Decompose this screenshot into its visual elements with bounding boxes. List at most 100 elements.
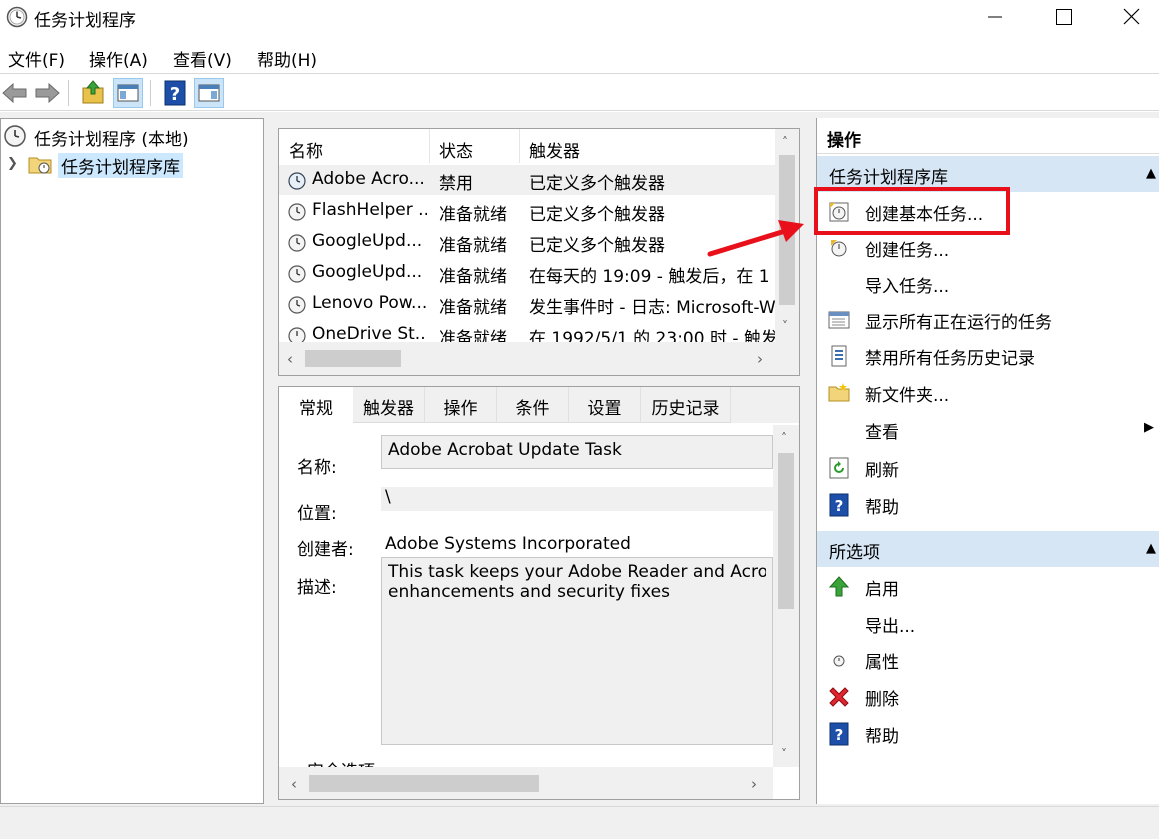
- action-import-task[interactable]: 导入任务...: [817, 266, 1159, 302]
- task-name: GoogleUpd...: [312, 262, 423, 282]
- action-label: 属性: [865, 653, 899, 673]
- close-button[interactable]: [1103, 0, 1159, 34]
- tree-label-library: 任务计划程序库: [58, 153, 183, 178]
- detail-vscroll[interactable]: ˄ ˅: [773, 425, 799, 767]
- action-refresh[interactable]: 刷新: [817, 450, 1159, 486]
- scroll-right-icon[interactable]: ›: [757, 350, 763, 368]
- task-name: FlashHelper ...: [312, 200, 427, 220]
- tab-general[interactable]: 常规: [279, 387, 353, 423]
- console-tree-toggle[interactable]: [113, 78, 143, 108]
- toolbar: ?: [0, 73, 1159, 111]
- action-pane-toggle[interactable]: [194, 78, 224, 108]
- scroll-thumb[interactable]: [305, 350, 401, 367]
- action-label: 禁用所有任务历史记录: [865, 349, 1035, 369]
- action-label: 刷新: [865, 461, 899, 481]
- create-task-icon: [831, 240, 847, 257]
- action-label: 启用: [865, 580, 899, 600]
- tab-history[interactable]: 历史记录: [641, 387, 731, 423]
- tab-settings[interactable]: 设置: [569, 387, 641, 423]
- scroll-thumb[interactable]: [309, 775, 539, 792]
- scroll-down-icon[interactable]: ˅: [781, 747, 787, 761]
- scroll-right-icon[interactable]: ›: [751, 775, 757, 793]
- task-scheduler-window: 任务计划程序 文件(F) 操作(A) 查看(V) 帮助(H) ? 任务计划程序 …: [0, 0, 1159, 839]
- menu-bar: 文件(F) 操作(A) 查看(V) 帮助(H): [0, 40, 1159, 72]
- action-label: 查看: [865, 423, 899, 443]
- menu-view[interactable]: 查看(V): [173, 46, 232, 71]
- task-list-hscroll[interactable]: ‹ ›: [279, 342, 799, 375]
- maximize-button[interactable]: [1034, 0, 1094, 34]
- task-status: 准备就绪: [439, 329, 507, 342]
- action-properties[interactable]: 属性: [817, 642, 1159, 678]
- task-list-header: 名称 状态 触发器: [279, 129, 775, 163]
- action-show-running[interactable]: 显示所有正在运行的任务: [817, 302, 1159, 338]
- scroll-left-icon[interactable]: ‹: [291, 775, 297, 793]
- tree-label-root: 任务计划程序 (本地): [34, 130, 189, 150]
- actions-pane-title: 操作: [817, 118, 1159, 154]
- menu-file[interactable]: 文件(F): [8, 46, 65, 71]
- close-icon: [1123, 8, 1140, 25]
- minimize-button[interactable]: [965, 0, 1025, 34]
- toolbar-separator: [68, 80, 69, 106]
- detail-hscroll[interactable]: ‹ ›: [279, 767, 773, 799]
- scroll-down-icon[interactable]: ˅: [782, 319, 788, 333]
- menu-action[interactable]: 操作(A): [89, 46, 148, 71]
- minimize-icon: [988, 16, 1002, 18]
- table-row[interactable]: OneDrive St... 准备就绪 在 1992/5/1 的 23:00 时…: [279, 320, 775, 342]
- column-header-trigger[interactable]: 触发器: [529, 137, 580, 162]
- action-enable[interactable]: 启用: [817, 569, 1159, 605]
- back-button[interactable]: [0, 78, 30, 108]
- name-field[interactable]: Adobe Acrobat Update Task: [381, 435, 773, 469]
- tab-triggers[interactable]: 触发器: [353, 387, 425, 423]
- action-disable-history[interactable]: 禁用所有任务历史记录: [817, 338, 1159, 374]
- enable-arrow-icon: [828, 576, 850, 597]
- author-label: 创建者:: [297, 540, 354, 560]
- description-field[interactable]: This task keeps your Adobe Reader and Ac…: [381, 557, 773, 745]
- scroll-up-icon[interactable]: ˄: [782, 135, 788, 149]
- title-bar: 任务计划程序: [0, 0, 1159, 36]
- table-row[interactable]: Adobe Acro... 禁用 已定义多个触发器: [279, 165, 775, 195]
- task-status: 准备就绪: [439, 298, 507, 318]
- help-toolbar-button[interactable]: ?: [160, 78, 190, 108]
- action-delete[interactable]: 删除: [817, 679, 1159, 715]
- action-create-task[interactable]: 创建任务...: [817, 230, 1159, 266]
- annotation-highlight-box: [814, 187, 1010, 235]
- chevron-right-icon[interactable]: ❯: [7, 156, 18, 171]
- console-tree: 任务计划程序 (本地) ❯ 任务计划程序库: [0, 118, 264, 804]
- task-status: 准备就绪: [439, 236, 507, 256]
- column-header-name[interactable]: 名称: [289, 137, 323, 162]
- action-help[interactable]: ? 帮助: [817, 487, 1159, 523]
- action-export[interactable]: 导出...: [817, 606, 1159, 642]
- section-header-selected[interactable]: 所选项 ▲: [817, 531, 1159, 567]
- action-label: 帮助: [865, 498, 899, 518]
- action-new-folder[interactable]: 新文件夹...: [817, 375, 1159, 411]
- table-row[interactable]: Lenovo Pow... 准备就绪 发生事件时 - 日志: Microsoft…: [279, 289, 775, 319]
- up-level-button[interactable]: [79, 78, 109, 108]
- scroll-thumb[interactable]: [778, 453, 794, 609]
- clock-icon: [4, 125, 26, 147]
- tree-item-library[interactable]: ❯ 任务计划程序库: [7, 151, 207, 178]
- table-row[interactable]: GoogleUpd... 准备就绪 在每天的 19:09 - 触发后，在 1: [279, 258, 775, 288]
- menu-help[interactable]: 帮助(H): [257, 46, 317, 71]
- help-icon: ?: [829, 493, 849, 517]
- tab-actions[interactable]: 操作: [425, 387, 497, 423]
- scroll-up-icon[interactable]: ˄: [781, 431, 787, 445]
- new-folder-icon: [828, 383, 850, 402]
- action-label: 帮助: [865, 727, 899, 747]
- status-bar: [0, 806, 1159, 839]
- section-title: 所选项: [829, 543, 880, 563]
- forward-button[interactable]: [32, 78, 62, 108]
- delete-x-icon: [829, 687, 849, 707]
- collapse-up-icon[interactable]: ▲: [1146, 541, 1156, 556]
- action-help-selected[interactable]: ? 帮助: [817, 716, 1159, 752]
- scroll-left-icon[interactable]: ‹: [287, 350, 293, 368]
- column-divider: [519, 129, 520, 163]
- task-status: 准备就绪: [439, 205, 507, 225]
- description-line: enhancements and security fixes: [388, 582, 670, 602]
- tab-conditions[interactable]: 条件: [497, 387, 569, 423]
- collapse-up-icon[interactable]: ▲: [1146, 166, 1156, 181]
- section-title: 任务计划程序库: [829, 168, 948, 188]
- column-header-status[interactable]: 状态: [439, 137, 473, 162]
- action-label: 新文件夹...: [865, 386, 950, 406]
- task-name: GoogleUpd...: [312, 231, 423, 251]
- action-view[interactable]: 查看 ▶: [817, 412, 1159, 448]
